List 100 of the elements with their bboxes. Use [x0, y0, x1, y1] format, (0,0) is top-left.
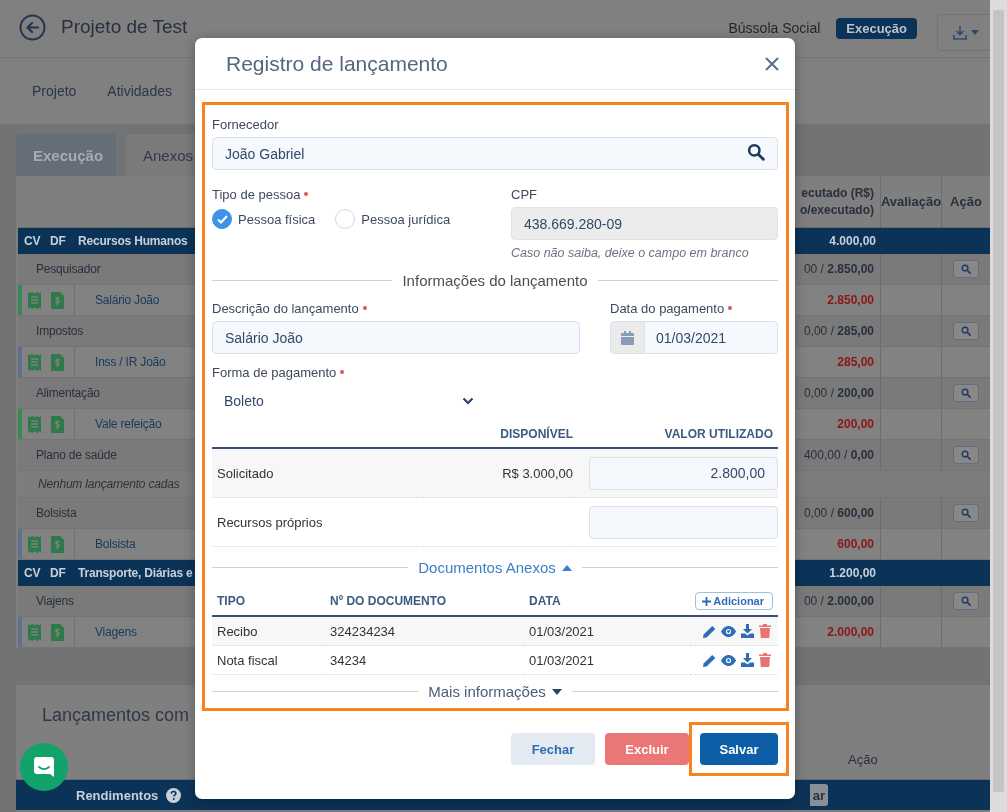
column-header: o/executado) [800, 201, 874, 219]
plus-icon [702, 596, 712, 606]
field-label: CPF [511, 186, 537, 202]
entry-value: 285,00 [837, 355, 874, 369]
download-icon [951, 24, 968, 41]
trash-icon[interactable] [759, 653, 771, 667]
status-badge: Execução [836, 18, 917, 39]
caret-up-icon[interactable] [561, 564, 572, 571]
column-header: Ação [950, 194, 982, 209]
column-header: ecutado (R$) [801, 184, 874, 202]
category-name: Bolsista [36, 506, 77, 520]
executed-value: 00 / 2.850,00 [803, 262, 874, 276]
entry-link[interactable]: Viagens [95, 625, 137, 639]
column-label: DF [50, 234, 67, 248]
close-button[interactable]: ar [809, 784, 828, 806]
download-button[interactable] [937, 14, 990, 51]
executed-value: 0,00 / 285,00 [803, 324, 874, 338]
back-icon[interactable] [19, 14, 46, 41]
download-icon[interactable] [741, 653, 754, 667]
group-total: 4.000,00 [829, 234, 876, 248]
hint-text: Caso não saiba, deixe o campo em branco [511, 246, 750, 260]
delete-button[interactable]: Excluir [605, 733, 689, 765]
calendar-icon [621, 330, 634, 345]
chat-icon [33, 756, 55, 778]
add-button[interactable]: Adicionar [695, 592, 773, 610]
column-header: TIPO [217, 594, 245, 608]
supplier-field[interactable]: João Gabriel [212, 137, 778, 170]
nav-link[interactable]: Projeto [32, 83, 77, 99]
column-label: CV [24, 566, 42, 580]
category-name: Plano de saúde [36, 448, 117, 462]
close-button[interactable]: Fechar [511, 733, 595, 765]
column-header: Ação [848, 752, 876, 767]
table-cell: Recibo [217, 623, 258, 639]
eye-icon[interactable] [721, 654, 736, 666]
entry-value: 200,00 [837, 417, 874, 431]
save-button[interactable]: Salvar [700, 733, 778, 765]
tab[interactable]: Anexos [126, 134, 195, 176]
entry-value: 2.850,00 [827, 293, 874, 307]
category-name: Impostos [36, 324, 84, 338]
scroll-bar[interactable] [993, 10, 1004, 792]
section-title: Informações do lançamento [402, 272, 588, 289]
category-name: Alimentação [36, 386, 100, 400]
entry-link[interactable]: Vale refeição [95, 417, 162, 431]
section-toggle[interactable]: Documentos Anexos [418, 559, 556, 576]
search-button[interactable] [953, 384, 979, 402]
executed-value: 0,00 / 200,00 [803, 386, 874, 400]
check-icon [216, 214, 228, 224]
search-icon [961, 596, 971, 606]
radio-label[interactable]: Pessoa física [238, 211, 316, 227]
eye-icon[interactable] [721, 625, 736, 637]
search-button[interactable] [953, 504, 979, 522]
pencil-icon[interactable] [703, 653, 716, 667]
group-name: Rendimentos [76, 787, 159, 803]
description-field[interactable]: Salário João [212, 321, 580, 354]
radio-button[interactable] [212, 209, 232, 229]
entry-link[interactable]: Salário João [95, 293, 160, 307]
table-cell: Nota fiscal [217, 652, 278, 668]
amount-field[interactable]: 2.800,00 [589, 456, 778, 490]
column-header: Avaliação [880, 194, 942, 209]
search-button[interactable] [953, 322, 979, 340]
help-icon[interactable] [166, 787, 182, 803]
available-amount: R$ 3.000,00 [502, 465, 573, 481]
field-label: Data do pagamento [610, 300, 725, 316]
row-label: Recursos próprios [217, 514, 323, 530]
download-icon[interactable] [741, 624, 754, 638]
caret-down-icon[interactable] [551, 688, 562, 695]
search-icon [747, 143, 765, 161]
field-label: Forma de pagamento [212, 364, 337, 380]
tab[interactable]: Execução [16, 134, 116, 176]
category-name: Viajens [36, 594, 74, 608]
radio-label[interactable]: Pessoa jurídica [361, 211, 451, 227]
executed-value: 0,00 / 600,00 [803, 506, 874, 520]
entry-link[interactable]: Bolsista [95, 537, 136, 551]
section-toggle[interactable]: Mais informações [428, 683, 546, 700]
search-icon [961, 326, 971, 336]
column-header: DATA [529, 594, 561, 608]
nav-link[interactable]: Atividades [107, 83, 172, 99]
amount-field[interactable] [589, 505, 778, 539]
entry-value: 2.000,00 [827, 625, 874, 639]
page-title: Projeto de Test [61, 16, 188, 38]
date-field[interactable]: 01/03/2021 [610, 321, 778, 354]
search-button[interactable] [953, 592, 979, 610]
table-cell: 34234 [330, 652, 367, 668]
pencil-icon[interactable] [703, 624, 716, 638]
field-label: Tipo de pessoa [212, 186, 301, 202]
table-cell: 01/03/2021 [529, 652, 595, 668]
column-label: DF [50, 566, 67, 580]
column-header: VALOR UTILIZADO [664, 427, 773, 441]
search-button[interactable] [953, 446, 979, 464]
executed-value: 00 / 2.000,00 [803, 594, 874, 608]
group-name: Recursos Humanos [78, 234, 188, 248]
group-name: Transporte, Diárias e [78, 566, 193, 580]
close-icon[interactable] [765, 56, 779, 71]
cpf-field: 438.669.280-09 [511, 207, 778, 240]
entry-link[interactable]: Inss / IR João [95, 355, 166, 369]
table-cell: 01/03/2021 [529, 623, 595, 639]
trash-icon[interactable] [759, 624, 771, 638]
field-label: Descrição do lançamento [212, 300, 359, 316]
search-button[interactable] [953, 260, 979, 278]
table-cell: 324234234 [330, 623, 396, 639]
